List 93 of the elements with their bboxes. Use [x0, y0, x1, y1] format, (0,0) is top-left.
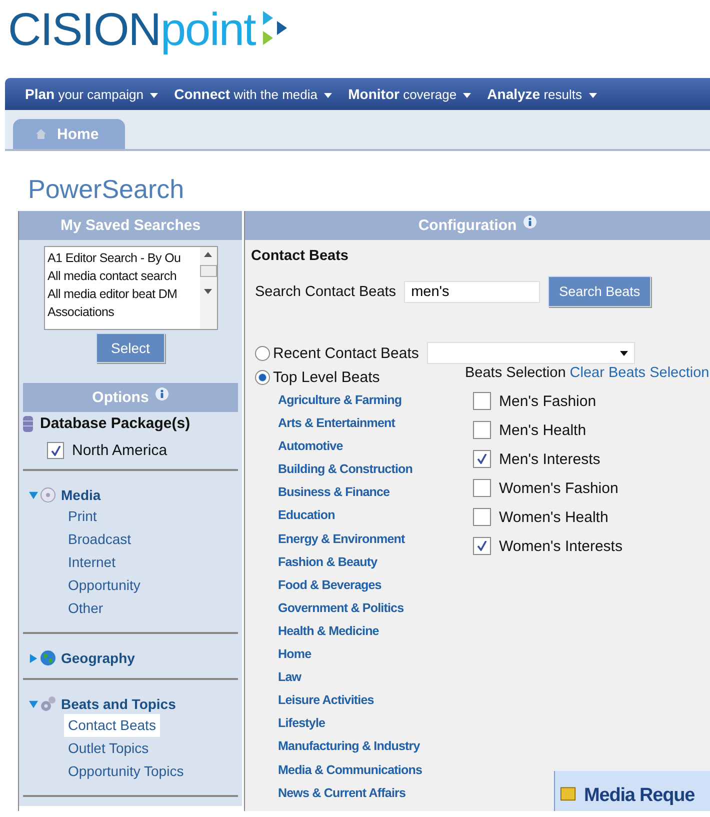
beat-link[interactable]: Building & Construction	[278, 458, 465, 482]
beat-link[interactable]: Energy & Environment	[278, 528, 465, 551]
list-item[interactable]: A1 Editor Search - By Ou	[48, 249, 196, 267]
saved-searches-list[interactable]: A1 Editor Search - By Ou All media contact search All media editor beat DM Associations	[44, 246, 218, 330]
nav-menu[interactable]: Connect with the media	[172, 86, 334, 102]
panel-header: Options	[92, 388, 149, 408]
popup-title: Media Reque	[584, 785, 695, 807]
beat-link[interactable]: News & Current Affairs	[278, 782, 465, 805]
checkbox[interactable]	[473, 479, 491, 497]
caret-icon	[588, 93, 597, 98]
house-icon	[35, 128, 47, 140]
check-icon	[477, 454, 487, 464]
section-heading: Contact Beats	[251, 248, 350, 264]
section-label: Database Package(s)	[40, 415, 190, 432]
checkbox-label: Men's Fashion	[499, 392, 596, 410]
option-link[interactable]: Opportunity Topics	[64, 760, 188, 783]
beat-link[interactable]: Government & Politics	[278, 596, 465, 620]
field-label: Search Contact Beats	[255, 284, 396, 300]
check-icon	[50, 446, 60, 456]
beat-link[interactable]: Automotive	[278, 435, 465, 458]
radio-button[interactable]	[255, 370, 270, 384]
select-button[interactable]: Select	[96, 333, 165, 363]
section-title[interactable]: Media	[61, 487, 101, 503]
beat-link[interactable]: Manufacturing & Industry	[278, 735, 465, 758]
beat-link[interactable]: Home	[278, 643, 465, 666]
beat-link[interactable]: Agriculture & Farming	[278, 389, 465, 412]
checkbox-label: Men's Health	[499, 422, 586, 438]
logo: CISIONpoint	[8, 6, 292, 52]
checkbox-label: Men's Interests	[499, 450, 600, 468]
option-link[interactable]: Print	[64, 505, 101, 528]
globe-icon	[40, 650, 56, 666]
scroll-down-icon[interactable]	[204, 289, 212, 294]
section-title[interactable]: Geography	[61, 650, 135, 666]
section-label: Beats Selection	[465, 365, 566, 381]
beat-link[interactable]: Media & Communications	[278, 758, 465, 782]
search-field[interactable]: men's	[404, 280, 540, 302]
page-title: PowerSearch	[28, 173, 186, 205]
beat-link[interactable]: Food & Beverages	[278, 574, 465, 597]
beat-link[interactable]: Arts & Entertainment	[278, 412, 465, 436]
beat-link[interactable]: Leisure Activities	[278, 689, 465, 712]
caret-icon	[620, 351, 628, 356]
checkbox[interactable]	[473, 392, 491, 410]
radio-label: Recent Contact Beats	[273, 344, 419, 362]
checkbox-label: North America	[72, 442, 168, 459]
option-link[interactable]: Internet	[64, 551, 120, 574]
option-link[interactable]: Outlet Topics	[64, 737, 153, 760]
list-item[interactable]: All media editor beat DM	[48, 285, 196, 303]
info-icon	[522, 214, 537, 230]
beat-link[interactable]: Business & Finance	[278, 481, 465, 504]
panel-header: Configuration	[418, 216, 517, 236]
disc-icon	[40, 487, 56, 503]
checkbox-label: Women's Fashion	[499, 480, 618, 496]
scroll-thumb[interactable]	[200, 265, 216, 277]
collapse-arrow-icon[interactable]	[29, 490, 38, 500]
option-link[interactable]: Opportunity	[64, 574, 144, 597]
info-icon	[154, 386, 169, 402]
database-icon	[23, 416, 33, 432]
checkbox[interactable]	[47, 442, 64, 459]
clear-selection-link[interactable]: Clear Beats Selection	[570, 365, 710, 381]
radio-button[interactable]	[255, 346, 270, 360]
expand-arrow-icon[interactable]	[29, 654, 38, 662]
nav-menu[interactable]: Plan your campaign	[23, 86, 160, 102]
collapse-arrow-icon[interactable]	[29, 700, 38, 708]
panel-header: My Saved Searches	[19, 211, 242, 240]
section-title[interactable]: Beats and Topics	[61, 696, 176, 712]
scroll-bar[interactable]	[200, 247, 216, 329]
list-item[interactable]: Associations	[48, 303, 196, 321]
beat-link[interactable]: Education	[278, 504, 465, 528]
beat-link[interactable]: Law	[278, 666, 465, 690]
nav-menu[interactable]: Monitor coverage	[346, 86, 474, 102]
caret-icon	[324, 93, 332, 98]
check-icon	[477, 541, 487, 551]
beat-link[interactable]: Fashion & Beauty	[278, 550, 465, 574]
checkbox[interactable]	[473, 537, 491, 555]
checkbox[interactable]	[473, 508, 491, 526]
radio-label: Top Level Beats	[273, 368, 380, 386]
checkbox-label: Women's Health	[499, 508, 608, 526]
option-link[interactable]: Other	[64, 597, 108, 620]
beat-link[interactable]: Lifestyle	[278, 712, 465, 736]
scroll-up-icon[interactable]	[204, 252, 212, 257]
checkbox[interactable]	[473, 450, 491, 468]
search-beats-button[interactable]: Search Beats	[548, 276, 652, 307]
nav-menu[interactable]: Analyze results	[485, 86, 599, 102]
checkbox-label: Women's Interests	[499, 538, 622, 554]
caret-icon	[150, 93, 158, 98]
option-link[interactable]: Broadcast	[64, 528, 136, 551]
gears-icon	[40, 696, 56, 712]
folder-icon	[560, 785, 576, 801]
list-item[interactable]: All media contact search	[48, 267, 196, 285]
option-link[interactable]: Contact Beats	[64, 714, 160, 737]
caret-icon	[463, 93, 472, 98]
beat-link[interactable]: Health & Medicine	[278, 620, 465, 644]
checkbox[interactable]	[473, 421, 491, 439]
